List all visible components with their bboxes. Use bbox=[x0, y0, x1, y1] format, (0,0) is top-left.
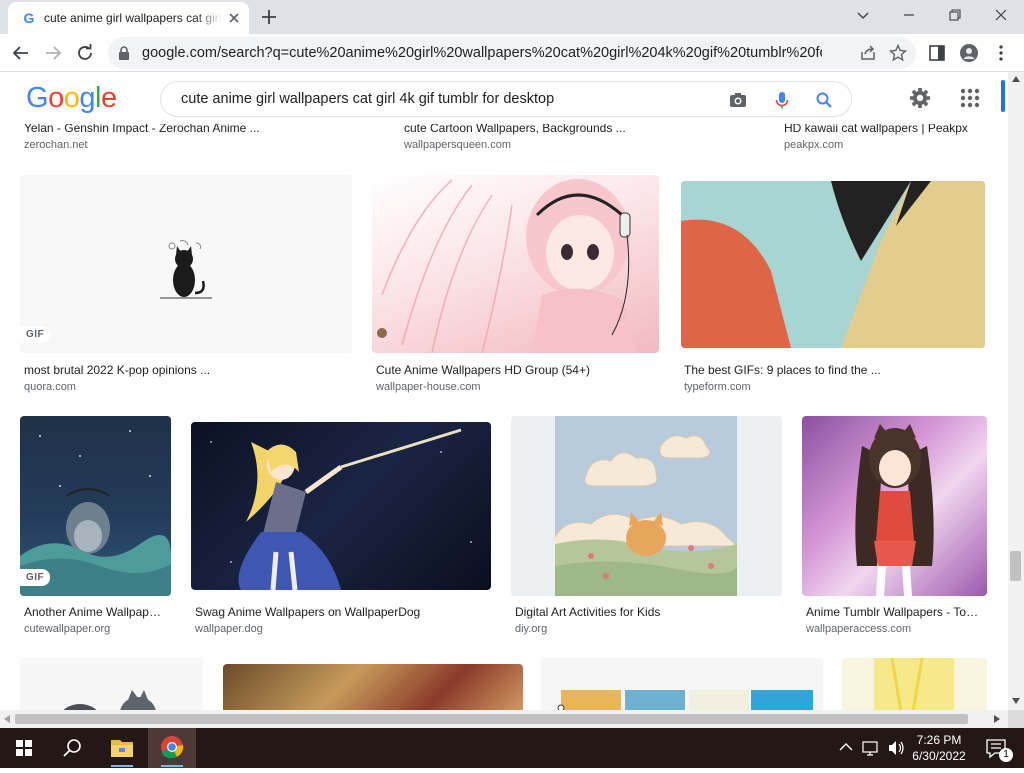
chrome-taskbar-icon[interactable] bbox=[148, 728, 196, 768]
side-panel-icon[interactable] bbox=[925, 41, 949, 65]
logo-letter: g bbox=[79, 82, 95, 114]
result-title[interactable]: Digital Art Activities for Kids bbox=[515, 605, 780, 619]
result-image-cat-gif[interactable]: GIF bbox=[20, 175, 352, 353]
logo-letter: o bbox=[63, 82, 80, 114]
result-image-cat-clouds[interactable] bbox=[511, 416, 782, 596]
google-favicon-icon: G bbox=[23, 10, 35, 26]
settings-gear-icon[interactable] bbox=[908, 86, 932, 110]
share-icon[interactable] bbox=[856, 41, 880, 65]
bookmark-star-icon[interactable] bbox=[886, 41, 910, 65]
result-image-totoro-night[interactable]: GIF bbox=[20, 416, 171, 596]
network-icon[interactable] bbox=[858, 728, 884, 768]
result-source[interactable]: cutewallpaper.org bbox=[24, 623, 110, 635]
windows-taskbar: 7:26 PM 6/30/2022 1 bbox=[0, 728, 1024, 768]
logo-letter: o bbox=[48, 82, 64, 114]
restore-icon[interactable] bbox=[932, 2, 978, 30]
result-image-row4-c[interactable] bbox=[541, 658, 823, 710]
result-title[interactable]: Anime Tumblr Wallpapers - Top ... bbox=[806, 605, 984, 619]
result-source[interactable]: typeform.com bbox=[684, 381, 751, 393]
result-title[interactable]: Another Anime Wallpaper ... bbox=[24, 605, 167, 619]
clock-date: 6/30/2022 bbox=[912, 749, 966, 763]
windows-start-icon[interactable] bbox=[0, 728, 48, 768]
result-image-sword-girl[interactable] bbox=[191, 422, 491, 590]
result-image-abstract-shapes[interactable] bbox=[681, 181, 985, 348]
result-image-cat-girl-purple[interactable] bbox=[802, 416, 987, 596]
result-source[interactable]: quora.com bbox=[24, 381, 76, 393]
result-title[interactable]: Swag Anime Wallpapers on WallpaperDog bbox=[195, 605, 489, 619]
reload-icon[interactable] bbox=[73, 41, 97, 65]
result-source[interactable]: wallpaper.dog bbox=[195, 623, 263, 635]
result-source[interactable]: wallpapersqueen.com bbox=[404, 139, 511, 151]
image-results-grid: Yelan - Genshin Impact - Zerochan Anime … bbox=[0, 124, 1008, 710]
taskbar-search-icon[interactable] bbox=[48, 728, 96, 768]
result-source[interactable]: diy.org bbox=[515, 623, 547, 635]
horizontal-scroll-thumb[interactable] bbox=[15, 714, 968, 724]
tab-title: cute anime girl wallpapers cat girl 4k g… bbox=[44, 11, 222, 25]
chrome-menu-icon[interactable] bbox=[989, 41, 1013, 65]
tab-strip: G cute anime girl wallpapers cat girl 4k… bbox=[0, 0, 1024, 34]
search-query[interactable]: cute anime girl wallpapers cat girl 4k g… bbox=[181, 91, 554, 107]
result-title[interactable]: Yelan - Genshin Impact - Zerochan Anime … bbox=[24, 124, 274, 135]
search-box[interactable]: cute anime girl wallpapers cat girl 4k g… bbox=[160, 81, 852, 117]
voice-search-icon[interactable] bbox=[771, 89, 793, 111]
address-bar[interactable]: google.com/search?q=cute%20anime%20girl%… bbox=[108, 37, 916, 69]
result-title[interactable]: Cute Anime Wallpapers HD Group (54+) bbox=[376, 363, 656, 377]
result-title[interactable]: HD kawaii cat wallpapers | Peakpx bbox=[784, 124, 984, 135]
forward-icon[interactable] bbox=[41, 41, 65, 65]
result-source[interactable]: wallpaper-house.com bbox=[376, 381, 481, 393]
google-apps-grid-icon[interactable] bbox=[958, 86, 982, 110]
notification-count-badge: 1 bbox=[999, 748, 1013, 762]
browser-toolbar: google.com/search?q=cute%20anime%20girl%… bbox=[0, 34, 1024, 72]
gif-badge: GIF bbox=[20, 569, 51, 586]
result-source[interactable]: peakpx.com bbox=[784, 139, 843, 151]
url-text: google.com/search?q=cute%20anime%20girl%… bbox=[142, 45, 822, 61]
taskbar-clock[interactable]: 7:26 PM 6/30/2022 bbox=[908, 732, 970, 764]
show-hidden-icons-icon[interactable] bbox=[834, 728, 858, 768]
tab-google-search[interactable]: G cute anime girl wallpapers cat girl 4k… bbox=[8, 2, 249, 34]
result-image-row4-a[interactable] bbox=[20, 658, 203, 710]
google-header: Google cute anime girl wallpapers cat gi… bbox=[0, 72, 1008, 124]
scrollbar-corner bbox=[1008, 710, 1024, 728]
result-source[interactable]: wallpaperaccess.com bbox=[806, 623, 911, 635]
new-tab-icon[interactable] bbox=[259, 7, 279, 27]
vertical-scroll-thumb[interactable] bbox=[1010, 551, 1021, 581]
minimize-icon[interactable] bbox=[886, 2, 932, 30]
profile-avatar-icon[interactable] bbox=[957, 41, 981, 65]
vertical-scrollbar[interactable] bbox=[1008, 72, 1024, 710]
logo-letter: e bbox=[100, 82, 117, 114]
clock-time: 7:26 PM bbox=[916, 733, 962, 747]
lock-icon[interactable] bbox=[118, 46, 130, 60]
volume-icon[interactable] bbox=[884, 728, 908, 768]
result-image-headphone-girl[interactable] bbox=[372, 175, 659, 353]
google-logo[interactable]: Google bbox=[26, 82, 117, 115]
result-image-row4-d[interactable] bbox=[842, 658, 987, 710]
file-explorer-icon[interactable] bbox=[98, 728, 146, 768]
result-image-row4-b[interactable] bbox=[223, 664, 523, 710]
tab-close-icon[interactable] bbox=[226, 10, 242, 26]
sign-in-edge[interactable] bbox=[1001, 80, 1005, 112]
result-title[interactable]: cute Cartoon Wallpapers, Backgrounds ... bbox=[404, 124, 644, 135]
tab-search-chevron-icon[interactable] bbox=[840, 2, 886, 30]
back-icon[interactable] bbox=[9, 41, 33, 65]
result-title[interactable]: most brutal 2022 K-pop opinions ... bbox=[24, 363, 344, 377]
camera-search-icon[interactable] bbox=[727, 89, 749, 111]
gif-badge: GIF bbox=[20, 326, 51, 343]
logo-letter: G bbox=[26, 82, 49, 114]
search-icon[interactable] bbox=[813, 89, 835, 111]
close-window-icon[interactable] bbox=[978, 2, 1024, 30]
result-source[interactable]: zerochan.net bbox=[24, 139, 88, 151]
action-center-icon[interactable]: 1 bbox=[976, 728, 1016, 768]
result-title[interactable]: The best GIFs: 9 places to find the ... bbox=[684, 363, 984, 377]
